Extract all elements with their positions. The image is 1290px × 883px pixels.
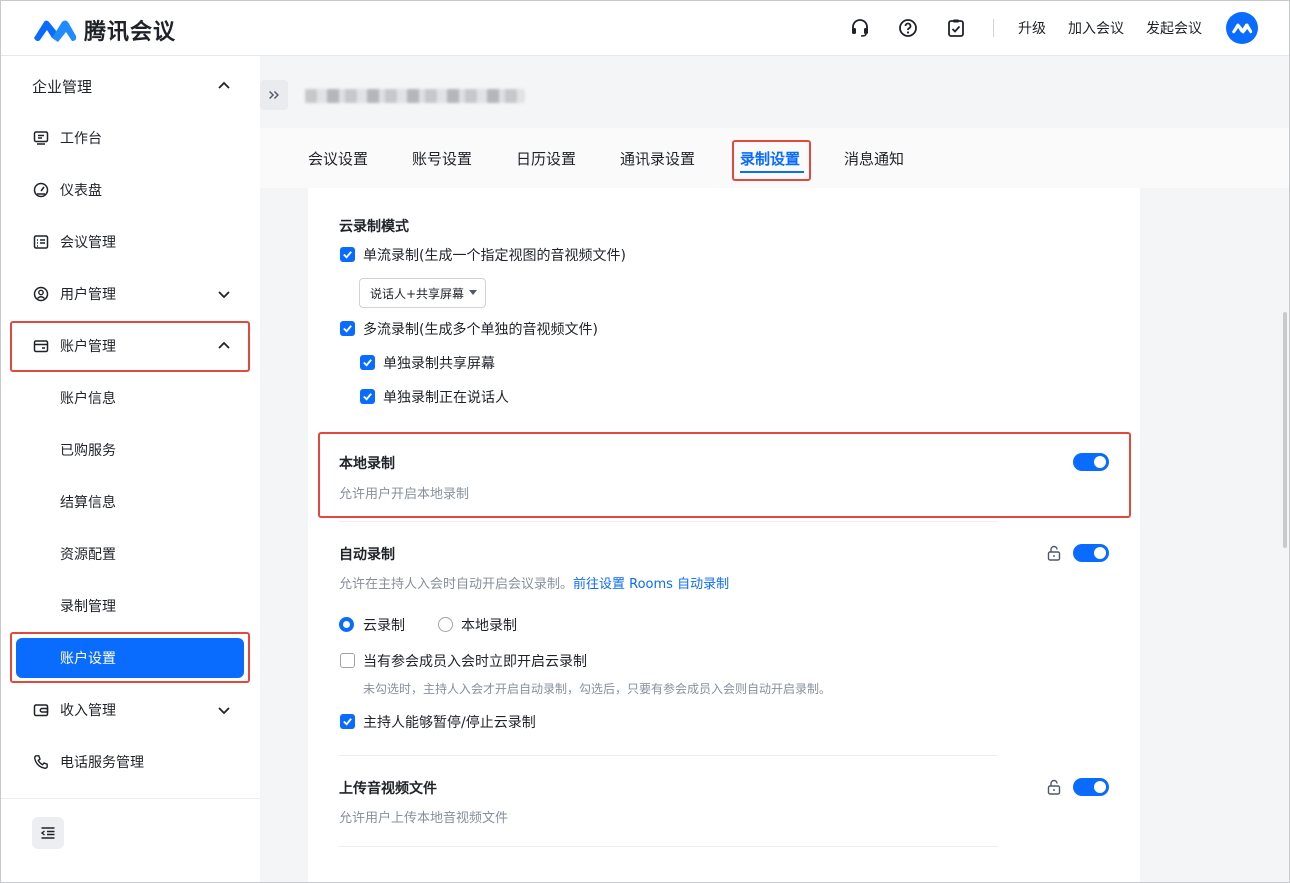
upload-files-desc: 允许用户上传本地音视频文件	[339, 811, 509, 826]
single-stream-label: 单流录制(生成一个指定视图的音视频文件)	[363, 248, 626, 264]
divider	[338, 755, 998, 756]
local-recording-toggle[interactable]	[1073, 453, 1109, 471]
sidebar-item-dashboard[interactable]: 仪表盘	[32, 178, 232, 202]
tencent-meeting-logo-icon	[34, 20, 77, 42]
record-share-screen-label: 单独录制共享屏幕	[383, 356, 495, 372]
chevron-down-icon	[218, 291, 230, 299]
single-stream-checkbox[interactable]	[340, 247, 355, 262]
money-card-icon	[32, 701, 50, 719]
tab-notifications[interactable]: 消息通知	[844, 148, 904, 169]
check-icon	[363, 393, 372, 401]
unlock-icon[interactable]	[1047, 545, 1061, 561]
customer-service-icon[interactable]	[849, 17, 871, 39]
auto-recording-title: 自动录制	[339, 547, 395, 563]
collapse-menu-icon	[40, 827, 55, 839]
tab-account-settings[interactable]: 账号设置	[412, 148, 472, 169]
sidebar-item-user-management[interactable]: 用户管理	[32, 282, 232, 306]
sidebar: 企业管理 工作台 仪表盘 会议管理 用户管理 账户管理 账户信息 已购服务 结算…	[0, 56, 260, 883]
upload-files-title: 上传音视频文件	[339, 781, 437, 797]
divider	[993, 19, 994, 37]
gauge-icon	[32, 181, 50, 199]
caret-down-icon	[469, 290, 477, 295]
unlock-icon[interactable]	[1047, 779, 1061, 795]
record-speaker-checkbox[interactable]	[360, 389, 375, 404]
help-icon[interactable]	[897, 17, 919, 39]
auto-recording-toggle[interactable]	[1073, 544, 1109, 562]
recording-view-value: 说话人+共享屏幕	[370, 286, 465, 301]
user-circle-icon	[32, 285, 50, 303]
wallet-icon	[32, 337, 50, 355]
rooms-auto-recording-link[interactable]: 前往设置 Rooms 自动录制	[573, 577, 729, 592]
redacted-enterprise-name	[305, 89, 525, 103]
sidebar-section-title: 企业管理	[32, 77, 93, 96]
monitor-icon	[32, 129, 50, 147]
sidebar-footer	[0, 798, 260, 883]
join-meeting-link[interactable]: 加入会议	[1068, 18, 1124, 38]
sidebar-item-meeting-management[interactable]: 会议管理	[32, 230, 232, 254]
start-meeting-link[interactable]: 发起会议	[1146, 18, 1202, 38]
sidebar-section-enterprise[interactable]: 企业管理	[32, 76, 232, 96]
phone-icon	[32, 753, 50, 771]
divider	[338, 846, 998, 847]
tab-recording-settings[interactable]: 录制设置	[740, 148, 800, 169]
radio-cloud-recording-label: 云录制	[363, 618, 405, 634]
active-tab-indicator	[740, 171, 804, 173]
top-bar: 腾讯会议 升级 加入会议 发起会议	[0, 0, 1290, 56]
sidebar-item-account-info[interactable]: 账户信息	[60, 386, 116, 410]
chevron-down-icon	[218, 707, 230, 715]
local-recording-desc: 允许用户开启本地录制	[339, 487, 470, 502]
multi-stream-checkbox[interactable]	[340, 321, 355, 336]
cloud-recording-title: 云录制模式	[339, 219, 409, 235]
page-scrollbar[interactable]	[1283, 312, 1287, 548]
tab-contacts-settings[interactable]: 通讯录设置	[620, 148, 695, 169]
sidebar-item-recording-management[interactable]: 录制管理	[60, 594, 116, 618]
sidebar-item-account-settings[interactable]: 账户设置	[16, 638, 244, 678]
chevron-up-icon	[218, 81, 230, 89]
recording-view-select[interactable]: 说话人+共享屏幕	[359, 278, 486, 308]
app-name: 腾讯会议	[84, 20, 177, 45]
sidebar-item-account-management[interactable]: 账户管理	[32, 334, 232, 358]
radio-cloud-recording[interactable]	[339, 617, 354, 632]
clipboard-check-icon[interactable]	[945, 17, 967, 39]
collapse-sidebar-button[interactable]	[32, 817, 64, 849]
divider	[338, 521, 998, 522]
chevron-up-icon	[218, 341, 230, 349]
expand-button[interactable]	[260, 80, 288, 110]
check-icon	[343, 325, 352, 333]
double-chevron-right-icon	[269, 91, 279, 99]
multi-stream-label: 多流录制(生成多个单独的音视频文件)	[363, 322, 598, 338]
check-icon	[343, 718, 352, 726]
sidebar-item-billing-info[interactable]: 结算信息	[60, 490, 116, 514]
check-icon	[363, 359, 372, 367]
upgrade-link[interactable]: 升级	[1018, 18, 1046, 38]
member-join-record-desc: 未勾选时，主持人入会才开启自动录制，勾选后，只要有参会成员入会则自动开启录制。	[363, 682, 832, 696]
host-pause-checkbox[interactable]	[340, 714, 355, 729]
avatar[interactable]	[1226, 12, 1258, 44]
host-pause-label: 主持人能够暂停/停止云录制	[363, 715, 536, 731]
record-share-screen-checkbox[interactable]	[360, 355, 375, 370]
app-logo[interactable]: 腾讯会议	[32, 14, 176, 46]
tab-meeting-settings[interactable]: 会议设置	[308, 148, 368, 169]
record-speaker-label: 单独录制正在说话人	[383, 390, 509, 406]
upload-files-toggle[interactable]	[1073, 778, 1109, 796]
check-icon	[343, 251, 352, 259]
sidebar-item-phone-service[interactable]: 电话服务管理	[32, 750, 232, 774]
sidebar-item-workbench[interactable]: 工作台	[32, 126, 232, 150]
sidebar-item-resource-config[interactable]: 资源配置	[60, 542, 116, 566]
radio-local-recording[interactable]	[438, 617, 453, 632]
local-recording-title: 本地录制	[339, 456, 395, 472]
member-join-record-label: 当有参会成员入会时立即开启云录制	[363, 654, 587, 670]
auto-recording-desc: 允许在主持人入会时自动开启会议录制。前往设置 Rooms 自动录制	[339, 577, 730, 592]
radio-local-recording-label: 本地录制	[461, 618, 517, 634]
avatar-logo-icon	[1231, 23, 1253, 34]
settings-tabs: 会议设置 账号设置 日历设置 通讯录设置 录制设置 消息通知	[260, 128, 1290, 188]
sidebar-item-purchased-services[interactable]: 已购服务	[60, 438, 116, 462]
list-icon	[32, 233, 50, 251]
tab-calendar-settings[interactable]: 日历设置	[516, 148, 576, 169]
member-join-record-checkbox[interactable]	[340, 653, 355, 668]
sidebar-item-income-management[interactable]: 收入管理	[32, 698, 232, 722]
